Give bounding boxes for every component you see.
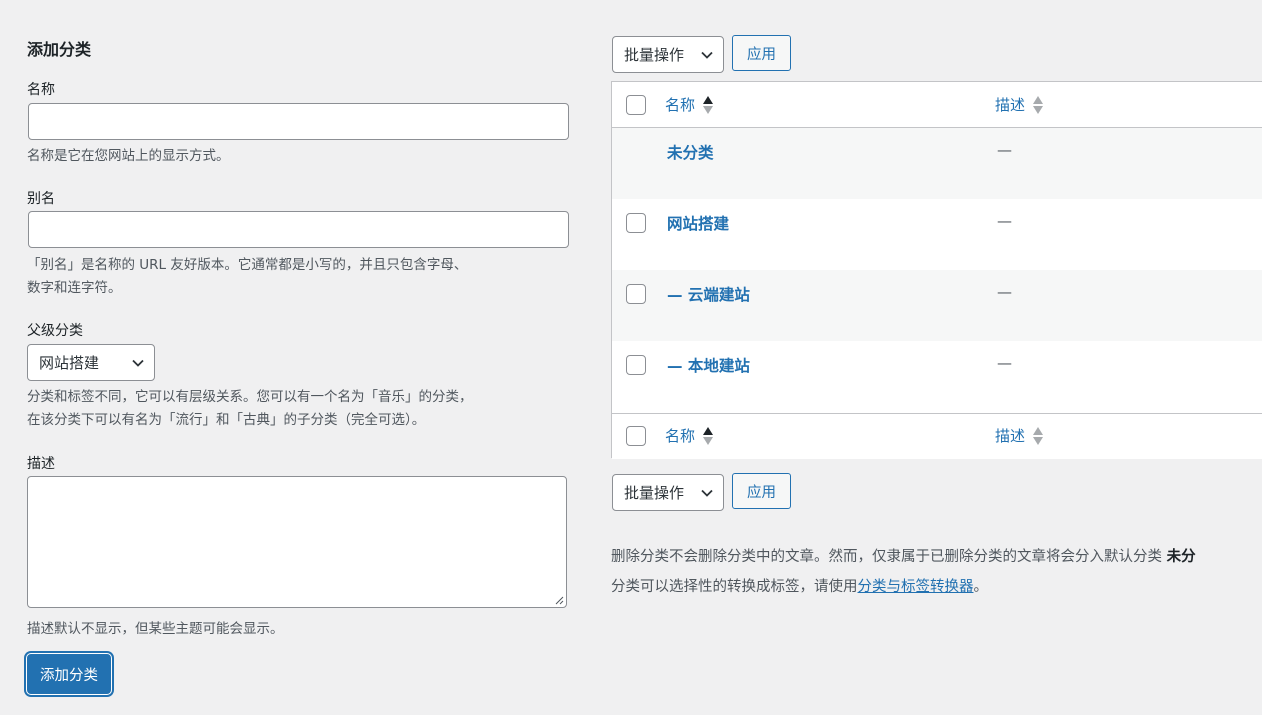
category-name-link[interactable]: — 云端建站	[667, 283, 750, 305]
category-description: —	[997, 212, 1012, 230]
select-all-checkbox[interactable]	[626, 95, 646, 115]
category-name-link[interactable]: 未分类	[667, 141, 714, 163]
table-row: — 本地建站 —	[612, 341, 1262, 412]
description-textarea[interactable]	[27, 476, 567, 608]
category-description: —	[997, 354, 1012, 372]
name-input[interactable]	[28, 103, 569, 140]
parent-help-line2: 在该分类下可以有名为「流行」和「古典」的子分类（完全可选）。	[27, 412, 426, 428]
sort-icon	[703, 426, 714, 445]
category-description: —	[997, 141, 1012, 159]
slug-help-line2: 数字和连字符。	[27, 280, 122, 296]
chevron-down-icon	[132, 359, 144, 367]
column-name-sort[interactable]: 名称	[665, 94, 714, 115]
description-help: 描述默认不显示，但某些主题可能会显示。	[27, 621, 284, 637]
column-description-label: 描述	[995, 427, 1026, 445]
name-label: 名称	[27, 82, 55, 98]
category-name-link[interactable]: 网站搭建	[667, 212, 729, 234]
bulk-actions-select-top[interactable]: 批量操作	[612, 36, 724, 73]
column-name-label: 名称	[665, 96, 696, 114]
bulk-actions-label: 批量操作	[624, 484, 685, 502]
row-checkbox[interactable]	[626, 284, 646, 304]
table-footer: 名称 描述	[612, 413, 1262, 459]
parent-selected-value: 网站搭建	[39, 354, 100, 372]
slug-label: 别名	[27, 191, 55, 207]
slug-help-line1: 「别名」是名称的 URL 友好版本。它通常都是小写的，并且只包含字母、	[27, 257, 468, 273]
categories-table: 名称 描述 未分类 — 网站搭建 — — 云端建站 — — 本地建站 — 名称 …	[611, 81, 1262, 459]
apply-button-bottom[interactable]: 应用	[732, 473, 791, 509]
column-name-sort-footer[interactable]: 名称	[665, 425, 714, 446]
form-title: 添加分类	[27, 40, 92, 59]
convert-note-suffix: 。	[973, 579, 989, 595]
column-description-sort-footer[interactable]: 描述	[995, 425, 1044, 446]
sort-icon	[1033, 426, 1044, 445]
delete-note: 删除分类不会删除分类中的文章。然而，仅隶属于已删除分类的文章将会分入默认分类 未…	[611, 545, 1196, 566]
table-row: — 云端建站 —	[612, 270, 1262, 341]
sort-icon	[1033, 95, 1044, 114]
select-all-checkbox-footer[interactable]	[626, 426, 646, 446]
table-row: 未分类 —	[612, 128, 1262, 199]
sort-icon	[703, 95, 714, 114]
name-help: 名称是它在您网站上的显示方式。	[27, 148, 230, 164]
slug-input[interactable]	[28, 211, 569, 248]
row-checkbox[interactable]	[626, 355, 646, 375]
parent-label: 父级分类	[27, 323, 83, 339]
category-name-link[interactable]: — 本地建站	[667, 354, 750, 376]
edit-categories-page: 添加分类 名称 名称是它在您网站上的显示方式。 别名 「别名」是名称的 URL …	[0, 0, 1262, 715]
parent-help-line1: 分类和标签不同，它可以有层级关系。您可以有一个名为「音乐」的分类，	[27, 389, 473, 405]
column-name-label: 名称	[665, 427, 696, 445]
apply-button-top[interactable]: 应用	[732, 35, 791, 71]
row-checkbox[interactable]	[626, 213, 646, 233]
table-header: 名称 描述	[612, 82, 1262, 128]
add-category-button[interactable]: 添加分类	[27, 654, 111, 694]
category-description: —	[997, 283, 1012, 301]
column-description-label: 描述	[995, 96, 1026, 114]
chevron-down-icon	[701, 489, 713, 497]
column-description-sort[interactable]: 描述	[995, 94, 1044, 115]
convert-note: 分类可以选择性的转换成标签，请使用分类与标签转换器。	[611, 575, 988, 596]
converter-link[interactable]: 分类与标签转换器	[858, 579, 974, 595]
default-category-name: 未分	[1166, 549, 1196, 565]
delete-note-text: 删除分类不会删除分类中的文章。然而，仅隶属于已删除分类的文章将会分入默认分类	[611, 549, 1162, 565]
bulk-actions-select-bottom[interactable]: 批量操作	[612, 474, 724, 511]
bulk-actions-label: 批量操作	[624, 46, 685, 64]
chevron-down-icon	[701, 51, 713, 59]
table-row: 网站搭建 —	[612, 199, 1262, 270]
parent-category-select[interactable]: 网站搭建	[27, 344, 155, 381]
description-label: 描述	[27, 456, 55, 472]
resize-grip-icon[interactable]	[554, 595, 564, 605]
convert-note-prefix: 分类可以选择性的转换成标签，请使用	[611, 579, 858, 595]
